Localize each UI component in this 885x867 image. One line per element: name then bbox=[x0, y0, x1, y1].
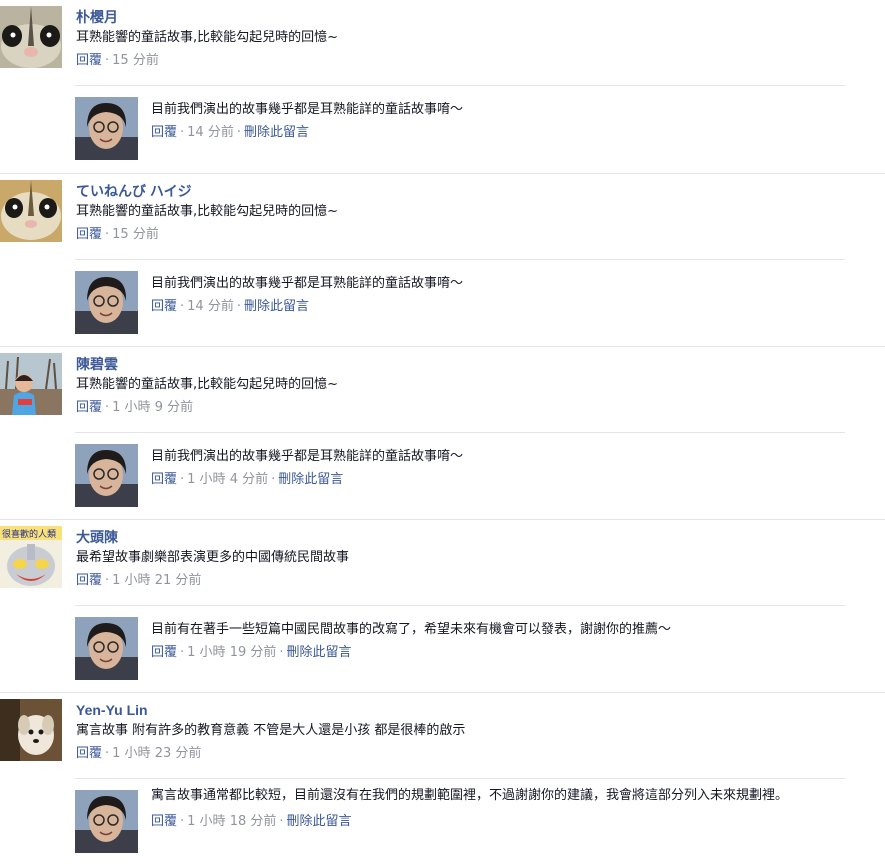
comment-text: 耳熟能響的童話故事,比較能勾起兒時的回憶~ bbox=[76, 377, 339, 392]
reply-text: 寓言故事通常都比較短，目前還沒有在我們的規劃範圍裡，不過謝謝你的建議，我會將這部… bbox=[151, 788, 789, 803]
comment-meta: 回覆 · 1 小時 21 分前 bbox=[76, 572, 865, 590]
reply-avatar[interactable] bbox=[75, 444, 138, 507]
separator-dot: · bbox=[279, 645, 284, 660]
dog-photo-avatar-image bbox=[0, 699, 62, 761]
comment-thread: ていねんび ハイジ 耳熟能響的童話故事,比較能勾起兒時的回憶~ 回覆 · 15 分前… bbox=[0, 173, 885, 347]
comment-text: 最希望故事劇樂部表演更多的中國傳統民間故事 bbox=[76, 550, 350, 565]
reply-meta: 回覆 · 1 小時 4 分前 · 刪除此留言 bbox=[151, 471, 825, 489]
reply-link[interactable]: 回覆 bbox=[76, 400, 102, 415]
comment-author[interactable]: 朴櫻月 bbox=[76, 8, 865, 26]
delete-comment-link[interactable]: 刪除此留言 bbox=[278, 472, 343, 487]
reply-comment: 目前有在著手一些短篇中國民間故事的改寫了，希望未來有機會可以發表，謝謝你的推薦～… bbox=[75, 605, 845, 694]
reply-timestamp[interactable]: 1 小時 4 分前 bbox=[187, 472, 268, 487]
reply-avatar[interactable] bbox=[75, 271, 138, 334]
reply-link[interactable]: 回覆 bbox=[76, 746, 102, 761]
separator-dot: · bbox=[180, 125, 185, 140]
separator-dot: · bbox=[105, 227, 110, 242]
reply-avatar[interactable] bbox=[75, 617, 138, 680]
comment-meta: 回覆 · 1 小時 9 分前 bbox=[76, 399, 865, 417]
comment-meta: 回覆 · 15 分前 bbox=[76, 226, 865, 244]
reply-text: 目前我們演出的故事幾乎都是耳熟能詳的童話故事唷～ bbox=[151, 102, 464, 117]
separator-dot: · bbox=[236, 299, 241, 314]
reply-link[interactable]: 回覆 bbox=[151, 125, 177, 140]
comment-timestamp[interactable]: 1 小時 21 分前 bbox=[112, 573, 201, 588]
comment-timestamp[interactable]: 1 小時 23 分前 bbox=[112, 746, 201, 761]
avatar-caption: 很喜歡的人類 bbox=[2, 528, 56, 540]
reply-comment: 寓言故事通常都比較短，目前還沒有在我們的規劃範圍裡，不過謝謝你的建議，我會將這部… bbox=[75, 778, 845, 867]
sugar-glider-avatar-image bbox=[0, 6, 62, 68]
author-photo-image bbox=[75, 617, 138, 680]
reply-text: 目前我們演出的故事幾乎都是耳熟能詳的童話故事唷～ bbox=[151, 276, 464, 291]
reply-link[interactable]: 回覆 bbox=[76, 573, 102, 588]
reply-comment: 目前我們演出的故事幾乎都是耳熟能詳的童話故事唷～ 回覆 · 14 分前 · 刪除此留言 bbox=[75, 85, 845, 174]
author-photo-image bbox=[75, 271, 138, 334]
comment-text: 耳熟能響的童話故事,比較能勾起兒時的回憶~ bbox=[76, 30, 339, 45]
separator-dot: · bbox=[180, 299, 185, 314]
ultraman-avatar-image: 很喜歡的人類 bbox=[0, 526, 62, 588]
separator-dot: · bbox=[180, 645, 185, 660]
comment-author[interactable]: 大頭陳 bbox=[76, 528, 865, 546]
separator-dot: · bbox=[180, 472, 185, 487]
comment-meta: 回覆 · 15 分前 bbox=[76, 52, 865, 70]
delete-comment-link[interactable]: 刪除此留言 bbox=[244, 125, 309, 140]
comment-thread: Yen-Yu Lin 寓言故事 附有許多的教育意義 不管是大人還是小孩 都是很棒… bbox=[0, 692, 885, 866]
reply-link[interactable]: 回覆 bbox=[151, 299, 177, 314]
author-photo-image bbox=[75, 97, 138, 160]
separator-dot: · bbox=[105, 400, 110, 415]
avatar[interactable]: 很喜歡的人類 bbox=[0, 526, 62, 588]
delete-comment-link[interactable]: 刪除此留言 bbox=[287, 814, 352, 829]
comment-author[interactable]: 陳碧雲 bbox=[76, 355, 865, 373]
avatar[interactable] bbox=[0, 6, 62, 68]
comment-thread: 很喜歡的人類 大頭陳 最希望故事劇樂部表演更多的中國傳統民間故事 回覆 · 1 小時… bbox=[0, 519, 885, 693]
reply-avatar[interactable] bbox=[75, 97, 138, 160]
reply-link[interactable]: 回覆 bbox=[151, 645, 177, 660]
separator-dot: · bbox=[279, 814, 284, 829]
separator-dot: · bbox=[180, 814, 185, 829]
comment-meta: 回覆 · 1 小時 23 分前 bbox=[76, 745, 865, 763]
reply-comment: 目前我們演出的故事幾乎都是耳熟能詳的童話故事唷～ 回覆 · 1 小時 4 分前 · 刪除… bbox=[75, 432, 845, 521]
reply-text: 目前我們演出的故事幾乎都是耳熟能詳的童話故事唷～ bbox=[151, 449, 464, 464]
reply-text: 目前有在著手一些短篇中國民間故事的改寫了，希望未來有機會可以發表，謝謝你的推薦～ bbox=[151, 622, 672, 637]
comment-author[interactable]: ていねんび ハイジ bbox=[76, 182, 865, 200]
comment-text: 耳熟能響的童話故事,比較能勾起兒時的回憶~ bbox=[76, 204, 339, 219]
reply-comment: 目前我們演出的故事幾乎都是耳熟能詳的童話故事唷～ 回覆 · 14 分前 · 刪除此留言 bbox=[75, 259, 845, 348]
reply-meta: 回覆 · 1 小時 18 分前 · 刪除此留言 bbox=[151, 813, 805, 831]
avatar[interactable] bbox=[0, 180, 62, 242]
comment-timestamp[interactable]: 1 小時 9 分前 bbox=[112, 400, 193, 415]
reply-link[interactable]: 回覆 bbox=[76, 53, 102, 68]
author-photo-image bbox=[75, 790, 138, 853]
delete-comment-link[interactable]: 刪除此留言 bbox=[287, 645, 352, 660]
reply-link[interactable]: 回覆 bbox=[151, 814, 177, 829]
delete-comment-link[interactable]: 刪除此留言 bbox=[244, 299, 309, 314]
avatar[interactable] bbox=[0, 353, 62, 415]
separator-dot: · bbox=[105, 53, 110, 68]
separator-dot: · bbox=[271, 472, 276, 487]
reply-link[interactable]: 回覆 bbox=[151, 472, 177, 487]
reply-meta: 回覆 · 1 小時 19 分前 · 刪除此留言 bbox=[151, 644, 825, 662]
reply-timestamp[interactable]: 14 分前 bbox=[187, 125, 234, 140]
author-photo-image bbox=[75, 444, 138, 507]
comment-thread: 朴櫻月 耳熟能響的童話故事,比較能勾起兒時的回憶~ 回覆 · 15 分前 目前我們演… bbox=[0, 0, 885, 173]
comment-timestamp[interactable]: 15 分前 bbox=[112, 227, 159, 242]
reply-avatar[interactable] bbox=[75, 790, 138, 853]
reply-timestamp[interactable]: 14 分前 bbox=[187, 299, 234, 314]
sugar-glider-avatar-image bbox=[0, 180, 62, 242]
reply-timestamp[interactable]: 1 小時 19 分前 bbox=[187, 645, 276, 660]
avatar[interactable] bbox=[0, 699, 62, 761]
comment-author[interactable]: Yen-Yu Lin bbox=[76, 701, 865, 719]
reply-meta: 回覆 · 14 分前 · 刪除此留言 bbox=[151, 124, 825, 142]
comment-thread: 陳碧雲 耳熟能響的童話故事,比較能勾起兒時的回憶~ 回覆 · 1 小時 9 分前 目… bbox=[0, 346, 885, 520]
separator-dot: · bbox=[236, 125, 241, 140]
comment-text: 寓言故事 附有許多的教育意義 不管是大人還是小孩 都是很棒的啟示 bbox=[76, 723, 466, 738]
child-photo-avatar-image bbox=[0, 353, 62, 415]
reply-timestamp[interactable]: 1 小時 18 分前 bbox=[187, 814, 276, 829]
comment-timestamp[interactable]: 15 分前 bbox=[112, 53, 159, 68]
separator-dot: · bbox=[105, 746, 110, 761]
separator-dot: · bbox=[105, 573, 110, 588]
reply-meta: 回覆 · 14 分前 · 刪除此留言 bbox=[151, 298, 825, 316]
reply-link[interactable]: 回覆 bbox=[76, 227, 102, 242]
